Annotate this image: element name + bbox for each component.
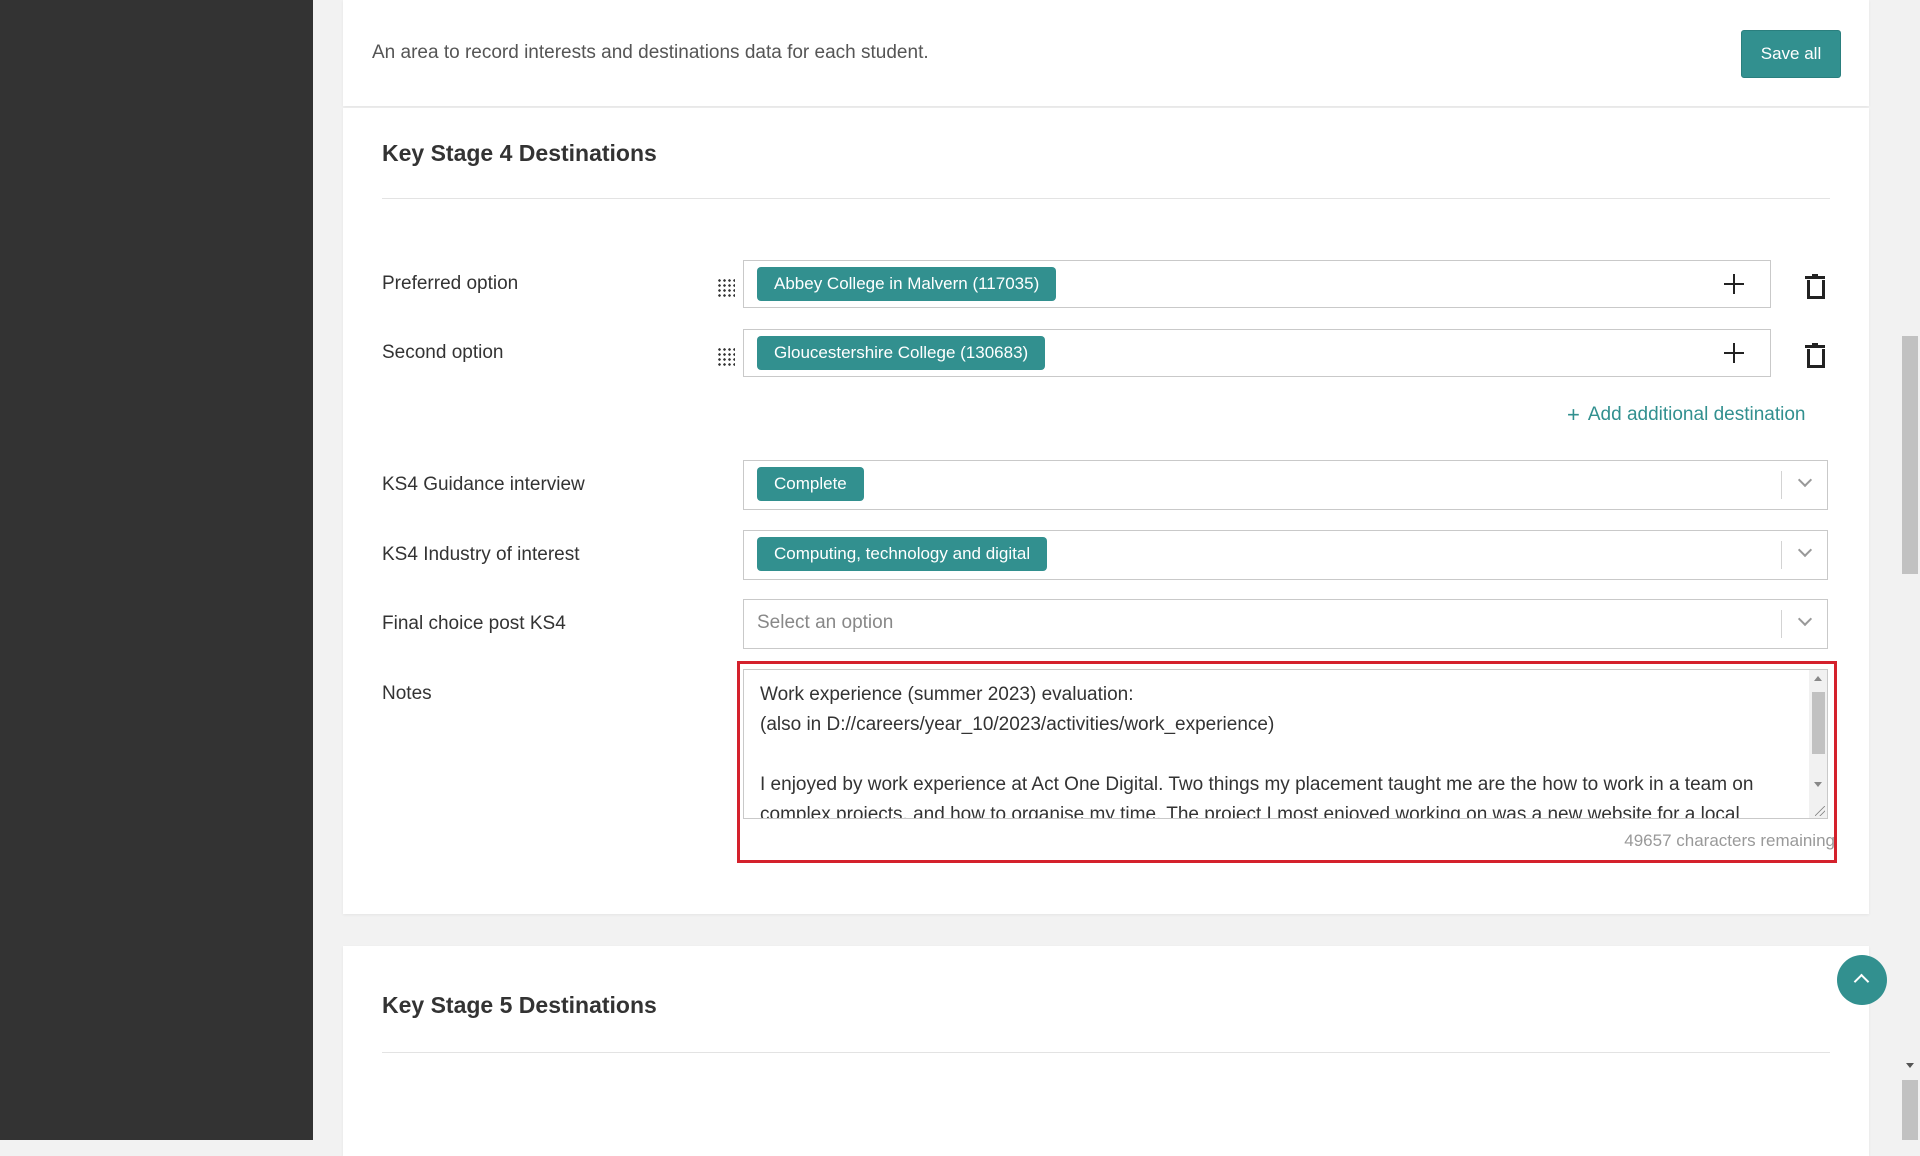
- back-to-top-button[interactable]: [1837, 955, 1887, 1005]
- industry-of-interest-label: KS4 Industry of interest: [382, 544, 580, 565]
- select-separator: [1781, 471, 1782, 499]
- notes-text[interactable]: Work experience (summer 2023) evaluation…: [760, 680, 1790, 818]
- ks5-section-title: Key Stage 5 Destinations: [382, 992, 657, 1018]
- ks5-divider: [382, 1052, 1830, 1053]
- resize-handle-icon[interactable]: [1815, 806, 1825, 816]
- add-additional-destination-label: Add additional destination: [1587, 404, 1806, 425]
- save-all-button[interactable]: Save all: [1741, 30, 1841, 78]
- preferred-option-field[interactable]: Abbey College in Malvern (117035): [743, 260, 1771, 308]
- plus-icon: +: [1567, 402, 1580, 427]
- guidance-interview-tag: Complete: [757, 467, 864, 501]
- industry-of-interest-select[interactable]: Computing, technology and digital: [743, 530, 1828, 580]
- page-scroll-thumb-lower[interactable]: [1902, 1080, 1918, 1140]
- add-icon[interactable]: [1720, 269, 1748, 297]
- drag-handle-icon[interactable]: [717, 278, 735, 298]
- second-option-field[interactable]: Gloucestershire College (130683): [743, 329, 1771, 377]
- ks5-destinations-card: Key Stage 5 Destinations: [343, 946, 1869, 1156]
- trash-icon[interactable]: [1804, 343, 1828, 371]
- select-separator: [1781, 610, 1782, 638]
- chevron-down-icon[interactable]: [1799, 545, 1811, 557]
- ks4-divider: [382, 198, 1830, 199]
- final-choice-label: Final choice post KS4: [382, 613, 566, 634]
- guidance-interview-label: KS4 Guidance interview: [382, 474, 585, 495]
- second-option-label: Second option: [382, 342, 504, 363]
- characters-remaining: 49657 characters remaining: [1624, 831, 1835, 850]
- final-choice-placeholder: Select an option: [757, 612, 894, 633]
- second-option-tag: Gloucestershire College (130683): [757, 336, 1046, 370]
- add-icon[interactable]: [1720, 338, 1748, 366]
- ks4-section-title: Key Stage 4 Destinations: [382, 140, 657, 166]
- chevron-down-icon[interactable]: [1799, 475, 1811, 487]
- page-description: An area to record interests and destinat…: [372, 42, 929, 63]
- notes-scroll-thumb[interactable]: [1812, 692, 1825, 754]
- scroll-down-icon[interactable]: [1814, 782, 1822, 787]
- ks4-destinations-card: Key Stage 4 Destinations Preferred optio…: [343, 108, 1869, 914]
- sidebar: [0, 0, 313, 1140]
- chevron-down-icon[interactable]: [1799, 614, 1811, 626]
- notes-scrollbar[interactable]: [1809, 670, 1827, 818]
- page-scrollbar[interactable]: [1900, 0, 1920, 1140]
- drag-handle-icon[interactable]: [717, 347, 735, 367]
- page-header-card: An area to record interests and destinat…: [343, 0, 1869, 106]
- preferred-option-tag: Abbey College in Malvern (117035): [757, 267, 1057, 301]
- scroll-down-icon[interactable]: [1906, 1063, 1914, 1068]
- page-scroll-thumb[interactable]: [1902, 336, 1918, 574]
- industry-of-interest-tag: Computing, technology and digital: [757, 537, 1048, 571]
- final-choice-select[interactable]: Select an option: [743, 599, 1828, 649]
- guidance-interview-select[interactable]: Complete: [743, 460, 1828, 510]
- scroll-up-icon[interactable]: [1814, 676, 1822, 681]
- notes-label: Notes: [382, 683, 432, 704]
- preferred-option-label: Preferred option: [382, 273, 519, 294]
- notes-textarea[interactable]: Work experience (summer 2023) evaluation…: [743, 669, 1828, 819]
- select-separator: [1781, 541, 1782, 569]
- add-additional-destination-link[interactable]: + Add additional destination: [1567, 404, 1805, 426]
- trash-icon[interactable]: [1804, 274, 1828, 302]
